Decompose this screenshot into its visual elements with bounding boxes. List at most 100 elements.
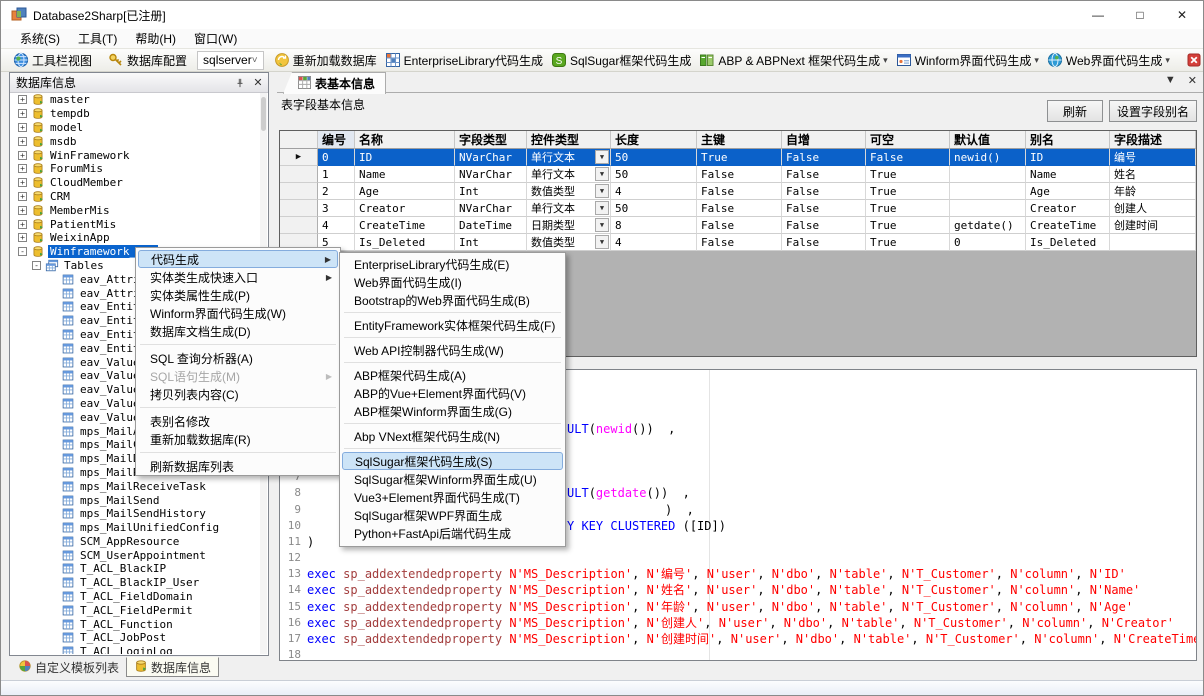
winform-codegen-button[interactable]: Winform界面代码生成▾: [892, 50, 1043, 70]
grid-cell-3-2[interactable]: NVarChar: [455, 200, 527, 217]
submenu-item-10[interactable]: ABP框架Winform界面生成(G): [342, 402, 563, 420]
context-menu-item-0[interactable]: 代码生成▶: [138, 250, 338, 268]
row-indicator[interactable]: [280, 166, 318, 183]
grid-cell-4-1[interactable]: CreateTime: [355, 217, 455, 234]
grid-cell-1-3[interactable]: 单行文本▼: [527, 166, 611, 183]
grid-cell-0-10[interactable]: 编号: [1110, 149, 1196, 166]
grid-cell-4-8[interactable]: getdate(): [950, 217, 1026, 234]
expand-icon[interactable]: +: [18, 164, 27, 173]
expand-icon[interactable]: +: [18, 206, 27, 215]
tree-table-19[interactable]: SCM_AppResource: [11, 535, 260, 549]
tree-database-WinFramework[interactable]: +WinFramework: [11, 148, 260, 162]
scrollbar-thumb[interactable]: [261, 97, 266, 131]
tree-database-msdb[interactable]: +msdb: [11, 134, 260, 148]
submenu-item-6[interactable]: Web API控制器代码生成(W): [342, 341, 563, 359]
grid-cell-2-10[interactable]: 年龄: [1110, 183, 1196, 200]
tree-database-CRM[interactable]: +CRM: [11, 190, 260, 204]
expand-icon[interactable]: +: [18, 233, 27, 242]
grid-row-0[interactable]: ▶0IDNVarChar单行文本▼50TrueFalseFalsenewid()…: [280, 149, 1196, 166]
tree-database-model[interactable]: +model: [11, 121, 260, 135]
grid-cell-0-4[interactable]: 50: [611, 149, 697, 166]
submenu-item-15[interactable]: SqlSugar框架Winform界面生成(U): [342, 470, 563, 488]
submenu-item-1[interactable]: Web界面代码生成(I): [342, 273, 563, 291]
grid-cell-5-1[interactable]: Is_Deleted: [355, 234, 455, 251]
tree-table-27[interactable]: T_ACL_LoginLog: [11, 645, 260, 654]
grid-cell-2-6[interactable]: False: [782, 183, 866, 200]
submenu-item-0[interactable]: EnterpriseLibrary代码生成(E): [342, 255, 563, 273]
context-menu-item-2[interactable]: 实体类属性生成(P): [138, 286, 338, 304]
row-indicator[interactable]: [280, 217, 318, 234]
grid-cell-0-6[interactable]: False: [782, 149, 866, 166]
expand-icon[interactable]: +: [18, 95, 27, 104]
grid-cell-3-10[interactable]: 创建人: [1110, 200, 1196, 217]
grid-row-1[interactable]: 1NameNVarChar单行文本▼50FalseFalseTrueName姓名: [280, 166, 1196, 183]
grid-cell-2-5[interactable]: False: [697, 183, 782, 200]
grid-row-5[interactable]: 5Is_DeletedInt数值类型▼4FalseFalseTrue0Is_De…: [280, 234, 1196, 251]
grid-cell-3-7[interactable]: True: [866, 200, 950, 217]
grid-header-2[interactable]: 字段类型: [455, 131, 527, 149]
grid-cell-5-5[interactable]: False: [697, 234, 782, 251]
grid-row-3[interactable]: 3CreatorNVarChar单行文本▼50FalseFalseTrueCre…: [280, 200, 1196, 217]
grid-cell-1-6[interactable]: False: [782, 166, 866, 183]
grid-header-4[interactable]: 长度: [611, 131, 697, 149]
grid-header-7[interactable]: 可空: [866, 131, 950, 149]
toolbar-view-button[interactable]: 工具栏视图: [9, 50, 96, 70]
abp-codegen-button[interactable]: ABP & ABPNext 框架代码生成▾: [695, 50, 891, 70]
context-menu-item-1[interactable]: 实体类生成快速入口▶: [138, 268, 338, 286]
grid-cell-1-8[interactable]: [950, 166, 1026, 183]
expand-icon[interactable]: +: [18, 151, 27, 160]
grid-cell-0-0[interactable]: 0: [318, 149, 355, 166]
tree-database-PatientMis[interactable]: +PatientMis: [11, 217, 260, 231]
grid-row-2[interactable]: 2AgeInt数值类型▼4FalseFalseTrueAge年龄: [280, 183, 1196, 200]
grid-cell-5-10[interactable]: [1110, 234, 1196, 251]
submenu-item-16[interactable]: Vue3+Element界面代码生成(T): [342, 488, 563, 506]
grid-cell-4-5[interactable]: False: [697, 217, 782, 234]
grid-cell-2-9[interactable]: Age: [1026, 183, 1110, 200]
menubar-item-1[interactable]: 工具(T): [69, 29, 126, 48]
tree-table-21[interactable]: T_ACL_BlackIP: [11, 562, 260, 576]
row-indicator[interactable]: [280, 200, 318, 217]
tree-table-24[interactable]: T_ACL_FieldPermit: [11, 603, 260, 617]
grid-cell-0-2[interactable]: NVarChar: [455, 149, 527, 166]
grid-header-0[interactable]: 编号: [318, 131, 355, 149]
context-menu-item-13[interactable]: 刷新数据库列表: [138, 457, 338, 475]
grid-header-1[interactable]: 名称: [355, 131, 455, 149]
dropdown-arrow-icon[interactable]: ▼: [595, 235, 609, 249]
grid-cell-3-6[interactable]: False: [782, 200, 866, 217]
grid-cell-4-4[interactable]: 8: [611, 217, 697, 234]
reload-db-button[interactable]: 重新加载数据库: [270, 50, 381, 70]
grid-cell-5-4[interactable]: 4: [611, 234, 697, 251]
grid-cell-3-3[interactable]: 单行文本▼: [527, 200, 611, 217]
expand-icon[interactable]: +: [18, 220, 27, 229]
grid-cell-1-9[interactable]: Name: [1026, 166, 1110, 183]
context-menu-item-3[interactable]: Winform界面代码生成(W): [138, 304, 338, 322]
submenu-item-8[interactable]: ABP框架代码生成(A): [342, 366, 563, 384]
connection-combobox[interactable]: sqlserver˅: [197, 51, 264, 70]
tab-list-dropdown-icon[interactable]: ▼: [1165, 74, 1176, 87]
grid-cell-4-9[interactable]: CreateTime: [1026, 217, 1110, 234]
grid-cell-1-10[interactable]: 姓名: [1110, 166, 1196, 183]
exit-button[interactable]: 退出: [1182, 50, 1204, 70]
expand-icon[interactable]: +: [18, 192, 27, 201]
grid-cell-5-3[interactable]: 数值类型▼: [527, 234, 611, 251]
grid-cell-2-2[interactable]: Int: [455, 183, 527, 200]
tree-database-MemberMis[interactable]: +MemberMis: [11, 203, 260, 217]
grid-cell-4-10[interactable]: 创建时间: [1110, 217, 1196, 234]
maximize-button[interactable]: □: [1119, 1, 1161, 29]
grid-cell-1-1[interactable]: Name: [355, 166, 455, 183]
grid-cell-2-4[interactable]: 4: [611, 183, 697, 200]
tree-database-WeixinApp[interactable]: +WeixinApp: [11, 231, 260, 245]
bottom-tab-1[interactable]: 数据库信息: [126, 657, 219, 677]
grid-header-5[interactable]: 主键: [697, 131, 782, 149]
submenu-item-9[interactable]: ABP的Vue+Element界面代码(V): [342, 384, 563, 402]
tree-table-25[interactable]: T_ACL_Function: [11, 617, 260, 631]
grid-cell-4-2[interactable]: DateTime: [455, 217, 527, 234]
menubar-item-0[interactable]: 系统(S): [11, 29, 69, 48]
grid-cell-2-8[interactable]: [950, 183, 1026, 200]
grid-cell-5-9[interactable]: Is_Deleted: [1026, 234, 1110, 251]
row-indicator[interactable]: ▶: [280, 149, 318, 166]
tree-table-16[interactable]: mps_MailSend: [11, 493, 260, 507]
grid-cell-4-6[interactable]: False: [782, 217, 866, 234]
dropdown-arrow-icon[interactable]: ▼: [595, 167, 609, 181]
grid-cell-4-7[interactable]: True: [866, 217, 950, 234]
